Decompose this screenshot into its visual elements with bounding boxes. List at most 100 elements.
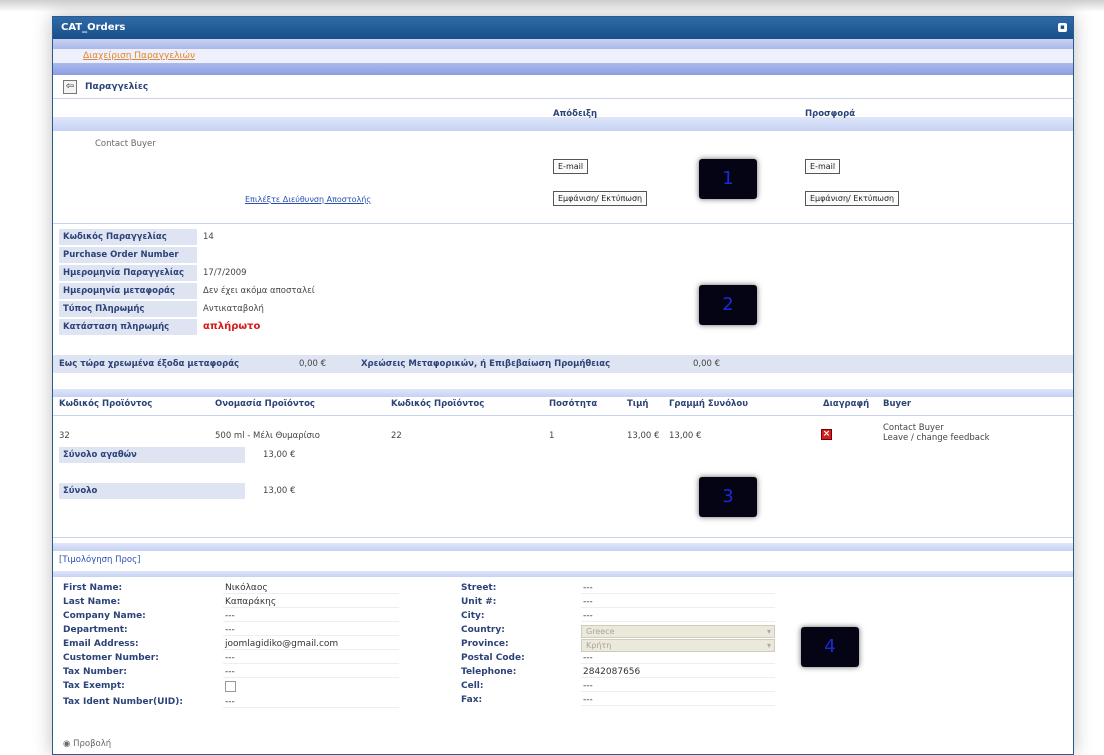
street-label: Street: (461, 583, 497, 593)
order-id-label: Κωδικός Παραγγελίας (59, 229, 197, 245)
fax-value: --- (581, 695, 775, 706)
offer-print-button[interactable]: Εμφάνιση/ Εκτύπωση (805, 191, 900, 206)
shipping-confirm-label: Χρεώσεις Μεταφορικών, ή Επιβεβαίωση Προμ… (361, 359, 611, 369)
col-buyer: Buyer (883, 399, 912, 409)
contact-buyer-text: Contact Buyer (95, 139, 156, 149)
first-name-label: First Name: (63, 583, 123, 593)
fax-label: Fax: (461, 695, 483, 705)
annotation-badge-3: 3 (699, 477, 757, 517)
row-product-sku: 22 (391, 431, 402, 441)
window-title: CAT_Orders (61, 22, 126, 33)
last-name-label: Last Name: (63, 597, 121, 607)
header-band (53, 39, 1073, 49)
breadcrumb: Διαχείριση Παραγγελιών (53, 49, 1073, 63)
products-header-stripe (53, 389, 1073, 397)
tax-uid-label: Tax Ident Number(UID): (63, 697, 183, 707)
tax-exempt-checkbox[interactable] (225, 681, 236, 692)
receipt-email-button[interactable]: E-mail (553, 159, 589, 174)
department-label: Department: (63, 625, 128, 635)
footer-radio[interactable]: ◉ Προβολή (63, 739, 111, 749)
annotation-badge-1: 1 (699, 159, 757, 199)
col-receipt-header: Απόδειξη (553, 109, 598, 119)
row-buyer-contact[interactable]: Contact Buyer (883, 423, 944, 433)
shipping-bar: Εως τώρα χρεωμένα έξοδα μεταφοράς 0,00 €… (53, 355, 1073, 373)
subtotal-label: Σύνολο αγαθών (59, 447, 245, 463)
row-line-total: 13,00 € (669, 431, 702, 441)
actions-header-stripe (53, 117, 1073, 131)
tax-number-label: Tax Number: (63, 667, 127, 677)
customer-number-label: Customer Number: (63, 653, 159, 663)
col-delete: Διαγραφή (823, 399, 870, 409)
page-header: ⇦ Παραγγελίες (53, 75, 1073, 99)
row-product-id: 32 (59, 431, 70, 441)
maximize-icon[interactable]: ▪ (1058, 23, 1067, 32)
back-arrow-icon[interactable]: ⇦ (63, 79, 77, 94)
province-select[interactable]: Κρήτη (581, 639, 775, 652)
col-product-name: Ονομασία Προϊόντος (215, 399, 315, 409)
company-name-value: --- (223, 611, 399, 622)
country-select[interactable]: Greece (581, 625, 775, 638)
receipt-print-button[interactable]: Εμφάνιση/ Εκτύπωση (553, 191, 648, 206)
delete-icon[interactable]: × (821, 429, 832, 440)
telephone-value: 2842087656 (581, 667, 775, 678)
breadcrumb-link[interactable]: Διαχείριση Παραγγελιών (83, 51, 195, 61)
customer-number-value: --- (223, 653, 399, 664)
billing-top-stripe (53, 543, 1073, 551)
annotation-badge-4: 4 (801, 627, 859, 667)
shipping-confirm-value: 0,00 € (693, 359, 721, 369)
window-titlebar: CAT_Orders ▪ (53, 17, 1073, 39)
col-product-id: Κωδικός Προϊόντος (59, 399, 153, 409)
city-label: City: (461, 611, 485, 621)
resend-address-link[interactable]: Επιλέξτε Διεύθυνση Αποστολής (245, 195, 371, 204)
telephone-label: Telephone: (461, 667, 517, 677)
payment-status-value: απλήρωτο (203, 321, 261, 332)
tax-uid-value: --- (223, 697, 399, 708)
tax-number-value: --- (223, 667, 399, 678)
first-name-value: Νικόλαος (223, 583, 399, 594)
footer-radio-label: Προβολή (73, 739, 112, 749)
col-line-total: Γραμμή Συνόλου (669, 399, 748, 409)
subtotal-value: 13,00 € (263, 450, 296, 460)
divider (53, 223, 1073, 224)
shipping-charged-value: 0,00 € (299, 359, 327, 369)
department-value: --- (223, 625, 399, 636)
cell-label: Cell: (461, 681, 484, 691)
top-shadow (0, 0, 1104, 12)
order-info-section: Κωδικός Παραγγελίας 14 Purchase Order Nu… (53, 229, 1073, 349)
billing-section: [Τιμολόγηση Προς] First Name: Νικόλαος L… (53, 543, 1073, 754)
col-offer-header: Προσφορά (805, 109, 856, 119)
billing-header-stripe (53, 571, 1073, 577)
offer-email-button[interactable]: E-mail (805, 159, 841, 174)
ship-date-value: Δεν έχει ακόμα αποσταλεί (203, 286, 315, 296)
row-price: 13,00 € (627, 431, 660, 441)
order-date-label: Ημερομηνία Παραγγελίας (59, 265, 197, 281)
last-name-value: Καπαράκης (223, 597, 399, 608)
row-product-name: 500 ml - Μέλι Θυμαρίσιο (215, 431, 320, 441)
tax-exempt-label: Tax Exempt: (63, 681, 125, 691)
email-label: Email Address: (63, 639, 139, 649)
street-value: --- (581, 583, 775, 594)
company-name-label: Company Name: (63, 611, 146, 621)
cell-value: --- (581, 681, 775, 692)
row-buyer-feedback[interactable]: Leave / change feedback (883, 433, 990, 443)
postal-code-value: --- (581, 653, 775, 664)
order-date-value: 17/7/2009 (203, 268, 247, 278)
ship-date-label: Ημερομηνία μεταφοράς (59, 283, 197, 299)
billing-title: [Τιμολόγηση Προς] (59, 555, 141, 565)
postal-code-label: Postal Code: (461, 653, 525, 663)
shipping-charged-label: Εως τώρα χρεωμένα έξοδα μεταφοράς (59, 359, 240, 369)
payment-type-value: Αντικαταβολή (203, 304, 264, 314)
products-section: Κωδικός Προϊόντος Ονομασία Προϊόντος Κωδ… (53, 385, 1073, 545)
actions-section: Απόδειξη Προσφορά Contact Buyer E-mail E… (53, 109, 1073, 221)
header-band-2 (53, 63, 1073, 75)
payment-type-label: Τύπος Πληρωμής (59, 301, 197, 317)
unit-value: --- (581, 597, 775, 608)
total-label: Σύνολο (59, 483, 245, 499)
orders-window: CAT_Orders ▪ Διαχείριση Παραγγελιών ⇦ Πα… (52, 16, 1074, 755)
col-product-sku: Κωδικός Προϊόντος (391, 399, 485, 409)
order-id-value: 14 (203, 232, 214, 242)
total-value: 13,00 € (263, 486, 296, 496)
page-title: Παραγγελίες (85, 81, 149, 92)
unit-label: Unit #: (461, 597, 497, 607)
col-price: Τιμή (627, 399, 649, 409)
